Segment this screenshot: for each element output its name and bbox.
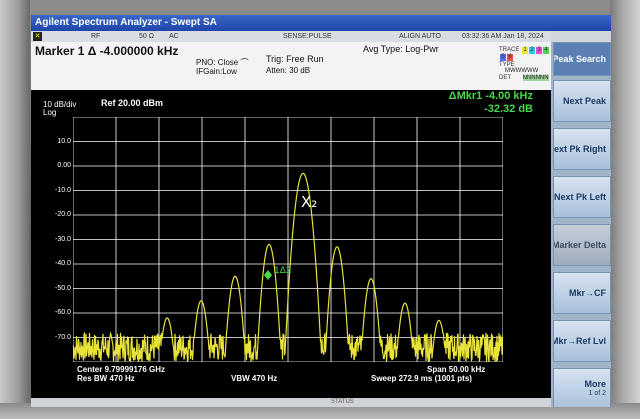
trace-4: 4: [543, 47, 550, 54]
det-label: DET: [499, 75, 511, 81]
coupling-label: AC: [169, 33, 179, 40]
status-bar: STATUS: [31, 398, 551, 407]
next-pk-right-button[interactable]: Next Pk Right: [553, 128, 611, 170]
y-tick-label: 0.00: [57, 162, 71, 169]
marker-readout-freq: ΔMkr1 -4.00 kHz: [448, 90, 533, 102]
timestamp: 03:32:36 AM Jan 18, 2024: [462, 33, 544, 40]
marker-delta-button[interactable]: Marker Delta: [553, 224, 611, 266]
monitor-bezel-left: [0, 0, 30, 419]
marker-1-delta[interactable]: 1Δ2: [264, 266, 292, 280]
y-tick-label: 10.0: [57, 137, 71, 145]
span[interactable]: Span 50.00 kHz: [427, 365, 485, 374]
pno-wave-icon: ⌒: [240, 58, 249, 67]
ref-level[interactable]: Ref 20.00 dBm: [101, 98, 163, 108]
more-label: More: [584, 379, 606, 389]
impedance-label: 50 Ω: [139, 33, 154, 40]
sense-label: SENSE:PULSE: [283, 33, 332, 40]
monitor-bezel-right: [610, 0, 640, 419]
marker-readout-level: -32.32 dB: [484, 103, 533, 115]
marker-1-diamond: [264, 270, 272, 280]
analyzer-screen: Agilent Spectrum Analyzer - Swept SA ✕ R…: [31, 15, 611, 407]
next-pk-left-button[interactable]: Next Pk Left: [553, 176, 611, 218]
mkr-cf-button[interactable]: Mkr→CF: [553, 272, 611, 314]
close-icon[interactable]: ✕: [33, 32, 42, 41]
next-peak-button[interactable]: Next Peak: [553, 80, 611, 122]
sweep[interactable]: Sweep 272.9 ms (1001 pts): [371, 374, 472, 383]
trace-1: 1: [522, 47, 529, 54]
marker-title[interactable]: Marker 1 Δ -4.000000 kHz: [35, 44, 178, 58]
scale-type-label: Log: [43, 108, 57, 117]
align-label: ALIGN AUTO: [399, 33, 441, 40]
softkey-panel: Peak Search Next Peak Next Pk Right Next…: [551, 42, 611, 407]
window-title: Agilent Spectrum Analyzer - Swept SA: [31, 15, 611, 31]
type-value: MWWWWW: [505, 68, 539, 74]
y-tick-label: -60.0: [55, 309, 71, 316]
status-label: STATUS: [331, 399, 354, 405]
rf-label: RF: [91, 33, 101, 40]
trace-indicator: TRACE 1 2 3 45 6 TYPE MWWWWW DET NNNNNN: [499, 47, 551, 81]
avg-type-label: Avg Type: Log-Pwr: [363, 44, 439, 54]
measurement-header: Marker 1 Δ -4.000000 kHz PNO: Close ⌒ IF…: [31, 42, 551, 90]
trace-label: TRACE: [499, 47, 520, 53]
trace-3: 3: [536, 47, 543, 54]
det-value: NNNNNN: [522, 75, 549, 81]
marker-readout: ΔMkr1 -4.00 kHz -32.32 dB: [449, 90, 533, 116]
mkr-ref-lvl-button[interactable]: Mkr→Ref Lvl: [553, 320, 611, 362]
y-tick-label: -50.0: [55, 284, 71, 292]
more-page-label: 1 of 2: [588, 390, 606, 397]
ifgain-label: IFGain:Low: [196, 67, 237, 76]
softkey-menu-title: Peak Search: [553, 42, 611, 76]
marker-2-label: X₂: [301, 193, 317, 211]
marker-2[interactable]: X₂: [301, 193, 317, 211]
atten-label: Atten: 30 dB: [266, 66, 311, 75]
grid-lines: [73, 117, 503, 362]
marker-1-label: 1Δ2: [274, 266, 292, 276]
more-button[interactable]: More 1 of 2: [553, 368, 611, 407]
trace-6: 6: [507, 54, 513, 61]
y-tick-label: -20.0: [55, 211, 71, 218]
y-tick-label: -30.0: [55, 235, 71, 243]
vbw[interactable]: VBW 470 Hz: [231, 374, 277, 383]
y-tick-label: -70.0: [55, 333, 71, 341]
spectrum-plot[interactable]: X₂ 1Δ2: [73, 117, 503, 362]
center-freq[interactable]: Center 9.79999176 GHz: [77, 365, 165, 374]
res-bw[interactable]: Res BW 470 Hz: [77, 374, 135, 383]
y-tick-label: -40.0: [55, 260, 71, 267]
trace-5: 5: [500, 54, 506, 61]
trace-2: 2: [529, 47, 536, 54]
trig-label: Trig: Free Run: [266, 54, 324, 64]
status-row: ✕ RF 50 Ω AC SENSE:PULSE ALIGN AUTO 03:3…: [31, 31, 551, 42]
y-tick-label: -10.0: [55, 186, 71, 194]
spectrum-display[interactable]: 10 dB/div Log Ref 20.00 dBm ΔMkr1 -4.00 …: [31, 90, 551, 398]
